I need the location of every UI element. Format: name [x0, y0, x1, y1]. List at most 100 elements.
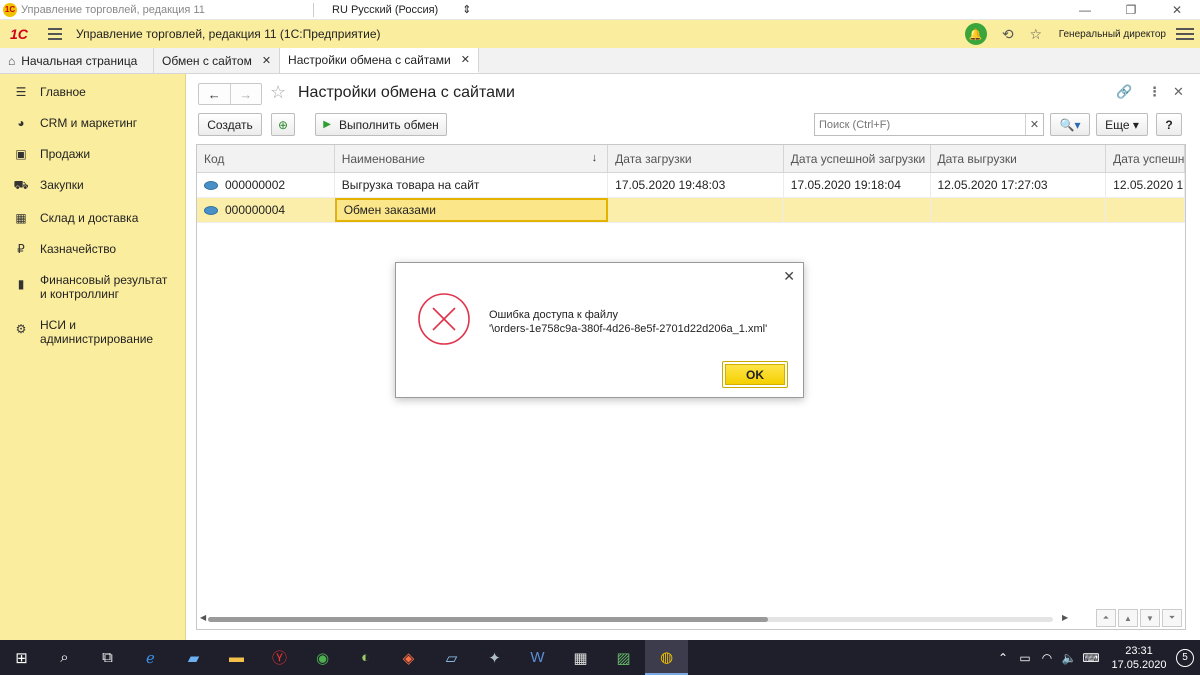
window-title: Управление торговлей, редакция 11	[21, 3, 205, 16]
sidebar-item-warehouse[interactable]: ▦ Склад и доставка	[0, 211, 185, 225]
create-button[interactable]: Создать	[198, 113, 262, 136]
scroll-right-icon[interactable]: ▶	[1062, 613, 1068, 622]
favorite-star-icon[interactable]: ☆	[270, 82, 286, 103]
favorites-star-icon[interactable]: ☆	[1025, 26, 1047, 43]
cell-load-success: 17.05.2020 19:18:04	[784, 173, 931, 197]
sidebar-item-main[interactable]: ☰ Главное	[0, 85, 185, 99]
tab-label: Обмен с сайтом	[162, 53, 252, 68]
chevron-up-icon[interactable]: ⌃	[992, 651, 1014, 665]
language-label: RU Русский (Россия)	[332, 3, 439, 16]
tools-icon[interactable]: ✦	[473, 640, 516, 675]
search-input[interactable]	[815, 118, 1025, 131]
tab-label: Настройки обмена с сайтами	[288, 52, 451, 67]
first-row-icon[interactable]: ⏶	[1096, 609, 1116, 627]
scroll-thumb[interactable]	[208, 617, 768, 622]
minimize-button[interactable]: —	[1062, 0, 1108, 20]
tab-site-exchange[interactable]: Обмен с сайтом ✕	[154, 48, 281, 73]
close-window-button[interactable]: ✕	[1154, 0, 1200, 20]
windows-start-icon[interactable]: ⊞	[0, 640, 43, 675]
sidebar-item-crm[interactable]: ◕ CRM и маркетинг	[0, 116, 185, 130]
column-header-load-success[interactable]: Дата успешной загрузки	[784, 145, 931, 172]
sidebar-item-admin[interactable]: ⚙ НСИ и администрирование	[0, 318, 185, 346]
bell-icon[interactable]: 🔔	[964, 23, 987, 45]
notification-center[interactable]: 5	[1170, 648, 1200, 667]
calculator-icon[interactable]: ▦	[559, 640, 602, 675]
table-row[interactable]: 000000002 Выгрузка товара на сайт 17.05.…	[197, 173, 1185, 198]
sidebar-item-financial-result[interactable]: ▮ Финансовый результат и контроллинг	[0, 273, 185, 301]
more-button[interactable]: Еще ▾	[1096, 113, 1148, 136]
back-arrow-icon[interactable]: ←	[199, 84, 230, 104]
ok-button[interactable]: OK	[725, 364, 785, 385]
forward-arrow-icon[interactable]: →	[229, 84, 262, 104]
restore-button[interactable]: ❐	[1108, 0, 1154, 20]
file-explorer-icon[interactable]: ▬	[215, 640, 258, 675]
column-header-load-date[interactable]: Дата загрузки	[608, 145, 784, 172]
logo-1c: 1С	[10, 26, 28, 42]
copy-document-button[interactable]: ⊕	[271, 113, 295, 136]
sidebar-item-treasury[interactable]: ₽ Казначейство	[0, 242, 185, 256]
history-icon[interactable]: ⟲	[997, 26, 1019, 43]
error-message: Ошибка доступа к файлу '\orders-1e758c9a…	[489, 309, 768, 335]
app-1c-icon: 1С	[3, 2, 17, 17]
keyboard-icon[interactable]: ⌨	[1080, 651, 1102, 665]
cell-code: 000000004	[197, 198, 335, 222]
more-vertical-icon[interactable]: ⋮	[1148, 84, 1161, 100]
page-down-icon[interactable]: ▼	[1140, 609, 1160, 627]
cell-name-focused[interactable]: Обмен заказами	[334, 198, 609, 222]
app-title: Управление торговлей, редакция 11 (1С:Пр…	[76, 27, 381, 41]
eye-app-icon[interactable]: ◈	[387, 640, 430, 675]
row-navigation: ⏶ ▲ ▼ ⏷	[1096, 609, 1182, 627]
exchange-node-icon	[204, 205, 218, 215]
history-nav: ← →	[198, 83, 262, 105]
chrome-icon[interactable]: ◉	[301, 640, 344, 675]
cart-icon: ⛟	[13, 178, 29, 192]
help-button[interactable]: ?	[1156, 113, 1182, 136]
close-form-icon[interactable]: ✕	[1173, 84, 1184, 100]
search-options-button[interactable]: 🔍▾	[1050, 113, 1090, 136]
settings-menu-button[interactable]	[1176, 28, 1194, 40]
battery-icon[interactable]: ▭	[1014, 651, 1036, 665]
1c-taskbar-icon[interactable]: ◍	[645, 640, 688, 675]
chart-app-icon[interactable]: ▨	[602, 640, 645, 675]
exchange-node-icon	[204, 180, 218, 190]
cell-unload-date: 12.05.2020 17:27:03	[931, 173, 1107, 197]
app-icon[interactable]: ◐	[344, 640, 387, 675]
main-menu-button[interactable]	[48, 28, 62, 40]
tab-exchange-settings[interactable]: Настройки обмена с сайтами ✕	[280, 48, 479, 73]
close-icon[interactable]: ✕	[461, 53, 470, 66]
task-view-icon[interactable]: ⧉	[86, 640, 129, 675]
column-header-name[interactable]: Наименование ↓	[335, 145, 609, 172]
column-header-code[interactable]: Код	[197, 145, 335, 172]
tab-home[interactable]: ⌂ Начальная страница	[0, 48, 154, 73]
clear-icon[interactable]: ✕	[1025, 114, 1043, 135]
sidebar-item-purchases[interactable]: ⛟ Закупки	[0, 178, 185, 194]
notepad-icon[interactable]: ▱	[430, 640, 473, 675]
close-icon[interactable]: ✕	[262, 54, 271, 67]
monitor-app-icon[interactable]: ▰	[172, 640, 215, 675]
bag-icon: ▣	[15, 147, 27, 161]
search-icon[interactable]: ⌕	[43, 640, 86, 675]
horizontal-scrollbar[interactable]: ◀ ▶	[196, 612, 1076, 626]
page-up-icon[interactable]: ▲	[1118, 609, 1138, 627]
column-header-unload-date[interactable]: Дата выгрузки	[931, 145, 1107, 172]
network-icon[interactable]: ◠	[1036, 651, 1058, 665]
link-icon[interactable]: 🔗	[1116, 84, 1132, 100]
sidebar-item-sales[interactable]: ▣ Продажи	[0, 147, 185, 161]
edge-icon[interactable]: ℯ	[129, 640, 172, 675]
cell-unload-success: 12.05.2020 17:27:03	[1106, 173, 1185, 197]
clock[interactable]: 23:31 17.05.2020	[1108, 644, 1170, 672]
execute-exchange-button[interactable]: ▶ Выполнить обмен	[315, 113, 447, 136]
word-icon[interactable]: W	[516, 640, 559, 675]
volume-icon[interactable]: 🔈	[1058, 651, 1080, 665]
document-plus-icon: ⊕	[277, 117, 289, 132]
separator	[313, 2, 314, 17]
table-row-selected[interactable]: 000000004 Обмен заказами	[197, 198, 1185, 223]
last-row-icon[interactable]: ⏷	[1162, 609, 1182, 627]
bar-chart-icon: ▮	[17, 277, 25, 291]
scroll-left-icon[interactable]: ◀	[200, 613, 206, 622]
yandex-browser-icon[interactable]: Ⓨ	[258, 640, 301, 675]
close-icon[interactable]: ✕	[783, 268, 795, 285]
user-name[interactable]: Генеральный директор	[1059, 29, 1166, 40]
language-selector[interactable]: RU Русский (Россия) ⇕	[332, 3, 471, 17]
column-header-unload-success[interactable]: Дата успешной выгрузки	[1106, 145, 1185, 172]
